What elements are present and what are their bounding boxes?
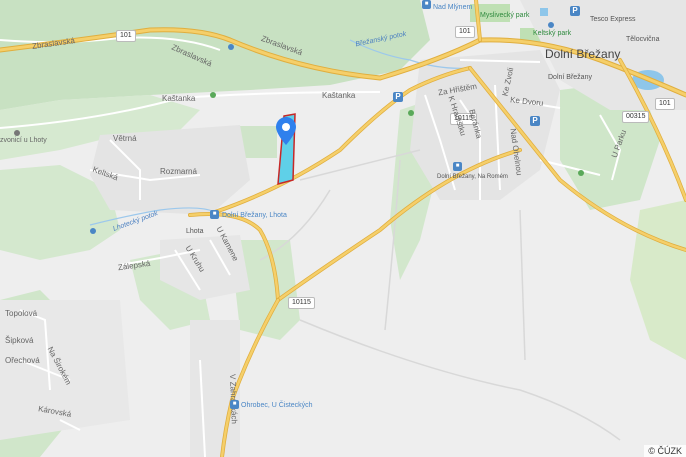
- route-shield-00315: 00315: [622, 111, 650, 123]
- map-canvas[interactable]: 101 101 101 10115 10115 00315 Dolní Břež…: [0, 0, 686, 457]
- road-label-sipkova: Šipková: [5, 336, 34, 345]
- road-label-kastanka-2: Kaštanka: [322, 91, 356, 100]
- bus-stop-icon[interactable]: ■: [453, 162, 462, 171]
- place-label-lhota: Lhota: [186, 228, 204, 235]
- parking-icon[interactable]: P: [570, 6, 580, 16]
- poi-label-nad-mlynem[interactable]: Nad Mlýnem: [433, 4, 472, 11]
- poi-dot-icon[interactable]: [228, 44, 234, 50]
- parking-icon[interactable]: P: [393, 92, 403, 102]
- poi-label-stop-na-romem[interactable]: Dolní Břežany, Na Romém: [437, 174, 508, 180]
- town-label-dolni-brezany: Dolní Břežany: [545, 47, 621, 61]
- parking-icon[interactable]: P: [530, 116, 540, 126]
- road-label-vetrna: Větrná: [113, 134, 137, 143]
- route-shield-101-left: 101: [116, 30, 136, 42]
- tree-icon: [408, 110, 414, 116]
- road-label-kastanka-1: Kaštanka: [162, 94, 196, 103]
- location-pin-icon[interactable]: [276, 117, 296, 145]
- bus-stop-icon[interactable]: ■: [230, 400, 239, 409]
- road-label-orechova: Ořechová: [5, 356, 40, 365]
- route-shield-101-right: 101: [655, 98, 675, 110]
- poi-label-stop-lhota[interactable]: Dolní Břežany, Lhota: [222, 212, 287, 219]
- poi-label-stop-ohrobec[interactable]: Ohrobec, U Čisteckých: [241, 402, 313, 409]
- road-label-rozmarna: Rozmarná: [160, 167, 197, 176]
- poi-dot-icon[interactable]: [14, 130, 20, 136]
- label-zvonice-lhoty: zvonicí u Lhoty: [0, 137, 47, 144]
- bus-stop-icon[interactable]: ■: [210, 210, 219, 219]
- map-base-layer: [0, 0, 686, 457]
- poi-label-telocvicna[interactable]: Tělocvična: [626, 36, 659, 43]
- road-label-topolova: Topolová: [5, 309, 38, 318]
- poi-label-tesco[interactable]: Tesco Express: [590, 16, 636, 23]
- town-sub-label: Dolní Břežany: [548, 74, 592, 81]
- route-shield-101-mid: 101: [455, 26, 475, 38]
- sport-icon[interactable]: [578, 170, 584, 176]
- poi-dot-icon[interactable]: [548, 22, 554, 28]
- poi-label-keltsky-park[interactable]: Keltský park: [533, 30, 571, 37]
- poi-label-myslivecky-park[interactable]: Myslivecký park: [480, 12, 529, 19]
- road-label-v-zahradkach: V Zahrádkách: [228, 373, 239, 425]
- route-shield-10115-bottom: 10115: [288, 297, 315, 309]
- bus-stop-icon[interactable]: ■: [422, 0, 431, 9]
- poi-dot-icon[interactable]: [90, 228, 96, 234]
- tree-icon: [210, 92, 216, 98]
- map-copyright: © ČÚZK: [644, 445, 686, 457]
